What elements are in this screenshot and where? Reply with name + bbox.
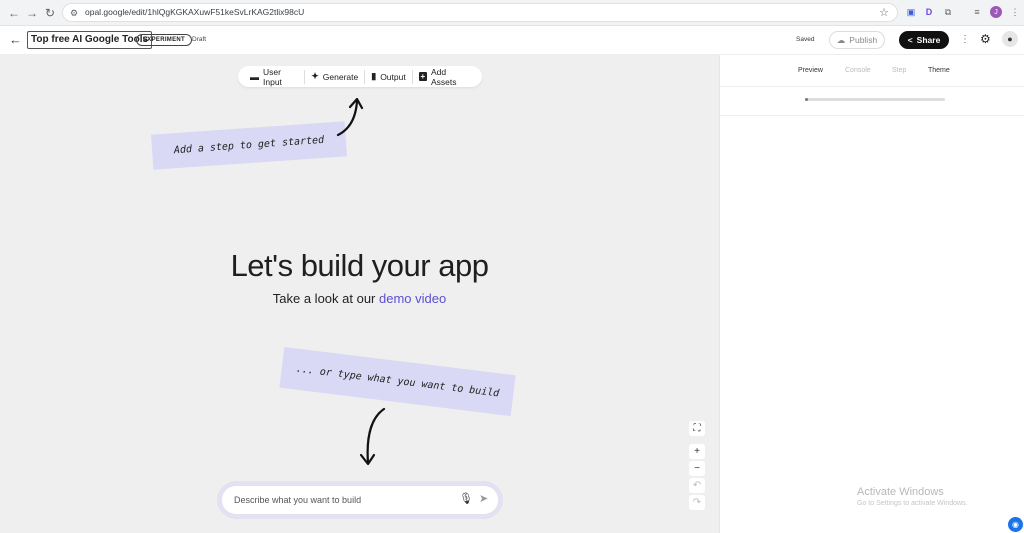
hint-note-text: ... or type what you want to build bbox=[295, 363, 500, 400]
account-avatar[interactable]: ● bbox=[1002, 31, 1018, 47]
tab-preview[interactable]: Preview bbox=[798, 67, 823, 74]
subtitle-text: Take a look at our bbox=[272, 291, 379, 306]
output-icon: ▮ bbox=[371, 71, 377, 81]
address-bar[interactable]: ⚙ opal.google/edit/1hlQgKGKAXuwF51keSvLr… bbox=[62, 3, 898, 22]
share-label: Share bbox=[916, 35, 941, 45]
send-icon[interactable]: ➤ bbox=[479, 492, 488, 505]
hint-note-text: Add a step to get started bbox=[173, 134, 325, 157]
back-icon[interactable]: ← bbox=[6, 5, 22, 21]
undo-icon[interactable]: ↶ bbox=[689, 478, 705, 493]
output-button[interactable]: ▮ Output bbox=[364, 69, 411, 84]
browser-toolbar: ← → ↻ ⚙ opal.google/edit/1hlQgKGKAXuwF51… bbox=[0, 0, 1024, 26]
browser-menu-icon[interactable]: ⋮ bbox=[1008, 5, 1022, 19]
tab-console[interactable]: Console bbox=[845, 67, 871, 74]
user-input-icon: ▬ bbox=[250, 71, 259, 82]
sparkle-icon: ✦ bbox=[311, 71, 319, 81]
fit-view-icon[interactable]: ⛶ bbox=[689, 421, 705, 436]
experiment-badge: EXPERIMENT bbox=[136, 34, 193, 46]
activate-windows-subtitle: Go to Settings to activate Windows. bbox=[857, 500, 968, 507]
side-panel: Preview Console Step Theme Activate Wind… bbox=[719, 55, 1024, 533]
user-input-button[interactable]: ▬ User Input bbox=[244, 66, 304, 87]
forward-icon[interactable]: → bbox=[24, 5, 40, 21]
zoom-out-icon[interactable]: − bbox=[689, 461, 705, 476]
assistant-fab-icon[interactable]: ◉ bbox=[1008, 517, 1023, 532]
microphone-icon[interactable]: 🎙 bbox=[459, 492, 473, 505]
curved-arrow-up-icon bbox=[336, 97, 364, 137]
tab-theme[interactable]: Theme bbox=[928, 67, 950, 74]
extension-d-icon[interactable]: D bbox=[922, 5, 936, 19]
puzzle-icon[interactable]: ⧉ bbox=[941, 5, 955, 19]
editor-canvas[interactable]: ▬ User Input ✦ Generate ▮ Output + Add A… bbox=[0, 55, 719, 533]
loading-progress-bar bbox=[805, 98, 945, 101]
panel-divider bbox=[720, 115, 1024, 116]
curved-arrow-down-icon bbox=[359, 407, 386, 466]
app-title-input[interactable]: Top free AI Google Tools bbox=[27, 31, 153, 49]
profile-avatar[interactable]: J bbox=[990, 6, 1002, 18]
reload-icon[interactable]: ↻ bbox=[42, 5, 58, 21]
publish-button[interactable]: ☁ Publish bbox=[829, 31, 885, 49]
saved-status: Saved bbox=[796, 36, 815, 43]
demo-video-link[interactable]: demo video bbox=[379, 291, 446, 306]
share-button[interactable]: < Share bbox=[899, 31, 949, 49]
hint-note-type: ... or type what you want to build bbox=[279, 346, 516, 417]
cloud-upload-icon: ☁ bbox=[836, 34, 846, 45]
add-icon: + bbox=[418, 72, 427, 81]
publish-label: Publish bbox=[849, 35, 878, 45]
activate-windows-title: Activate Windows bbox=[857, 486, 944, 498]
generate-button[interactable]: ✦ Generate bbox=[304, 69, 364, 84]
loading-progress-fill bbox=[805, 98, 808, 101]
media-icon[interactable]: ≡ bbox=[970, 5, 984, 19]
add-assets-button[interactable]: + Add Assets bbox=[411, 66, 476, 87]
hint-note-add-step: Add a step to get started bbox=[151, 121, 347, 170]
prompt-field-wrapper: 🎙 ➤ bbox=[222, 486, 498, 514]
redo-icon[interactable]: ↷ bbox=[689, 495, 705, 510]
zoom-in-icon[interactable]: + bbox=[689, 444, 705, 459]
bookmark-star-icon[interactable]: ☆ bbox=[879, 6, 889, 19]
extension-icon[interactable]: ▣ bbox=[904, 5, 918, 19]
site-settings-icon[interactable]: ⚙ bbox=[70, 8, 78, 19]
prompt-box: 🎙 ➤ bbox=[217, 481, 503, 519]
app-header: ← Top free AI Google Tools EXPERIMENT Dr… bbox=[0, 26, 1024, 55]
prompt-input[interactable] bbox=[234, 492, 444, 508]
panel-tabs: Preview Console Step Theme bbox=[720, 55, 1024, 87]
tab-step[interactable]: Step bbox=[892, 67, 906, 74]
gear-icon[interactable]: ⚙ bbox=[980, 32, 991, 46]
user-input-label: User Input bbox=[263, 66, 282, 87]
back-arrow-icon[interactable]: ← bbox=[9, 32, 22, 47]
step-toolbar: ▬ User Input ✦ Generate ▮ Output + Add A… bbox=[238, 66, 482, 87]
url-text[interactable]: opal.google/edit/1hlQgKGKAXuwF51keSvLrKA… bbox=[85, 7, 304, 17]
draft-status: Draft bbox=[192, 36, 207, 43]
hero-subtitle: Take a look at our demo video bbox=[0, 291, 719, 306]
add-assets-label: Add Assets bbox=[430, 66, 457, 87]
zoom-controls: ⛶ + − ↶ ↷ bbox=[688, 421, 706, 521]
generate-label: Generate bbox=[322, 71, 359, 82]
hero-heading: Let's build your app bbox=[230, 248, 489, 283]
output-label: Output bbox=[380, 71, 406, 82]
more-options-icon[interactable]: ⋮ bbox=[960, 34, 970, 45]
share-icon: < bbox=[907, 35, 913, 45]
